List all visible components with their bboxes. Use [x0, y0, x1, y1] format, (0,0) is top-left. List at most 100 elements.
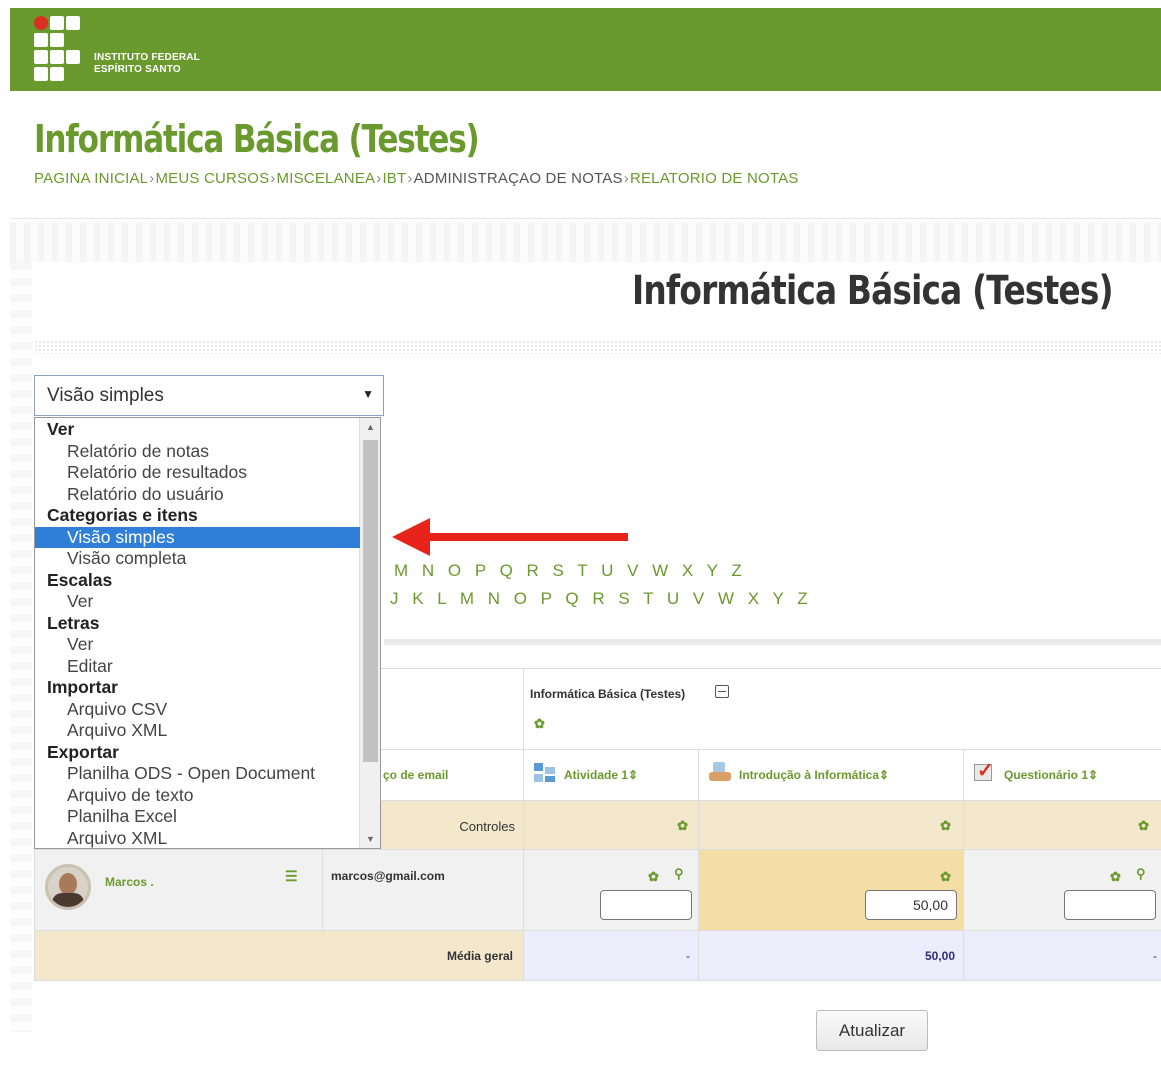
- last-name-letters[interactable]: J K L M N O P Q R S T U V W X Y Z: [390, 589, 812, 609]
- avatar[interactable]: [45, 864, 91, 910]
- grade-cell: ✿ ⚲: [523, 849, 699, 931]
- average-value: -: [1153, 949, 1157, 963]
- dropdown-option[interactable]: Planilha Excel: [35, 806, 360, 828]
- breadcrumb-ibt[interactable]: IBT: [382, 170, 406, 187]
- search-icon[interactable]: ⚲: [1136, 866, 1146, 882]
- assignment-icon: [534, 763, 556, 783]
- caret-down-icon: ▼: [362, 387, 374, 401]
- logo-line-1: INSTITUTO FEDERAL: [94, 52, 200, 63]
- dropdown-option[interactable]: Arquivo CSV: [35, 699, 360, 721]
- sort-icon: ⇕: [1088, 768, 1099, 782]
- dropdown-option[interactable]: Relatório do usuário: [35, 484, 360, 506]
- email-header-label[interactable]: ço de email: [383, 768, 448, 782]
- red-arrow-annotation: [392, 518, 628, 556]
- gear-icon[interactable]: ✿: [1138, 818, 1149, 834]
- dropdown-option[interactable]: Editar: [35, 656, 360, 678]
- list-icon[interactable]: ☰: [285, 868, 298, 885]
- page-heading: Informática Básica (Testes): [632, 268, 1114, 314]
- texture-band: [10, 222, 1161, 262]
- breadcrumb-separator: ›: [270, 170, 276, 187]
- search-icon[interactable]: ⚲: [674, 866, 684, 882]
- dropdown-option[interactable]: Ver: [35, 634, 360, 656]
- dropdown-option[interactable]: Ver: [35, 591, 360, 613]
- first-name-letters[interactable]: M N O P Q R S T U V W X Y Z: [394, 561, 746, 581]
- breadcrumb-my-courses[interactable]: MEUS CURSOS: [155, 170, 269, 187]
- if-logo[interactable]: [34, 16, 84, 82]
- breadcrumb-grades-admin: ADMINISTRAÇAO DE NOTAS: [413, 170, 623, 187]
- logo-text: INSTITUTO FEDERAL ESPÍRITO SANTO: [94, 52, 200, 76]
- gear-icon[interactable]: ✿: [648, 869, 659, 885]
- dropdown-group-label: Ver: [47, 419, 75, 439]
- column-atividade-link[interactable]: Atividade 1⇕: [564, 768, 638, 782]
- grade-input-atividade[interactable]: [600, 890, 692, 920]
- breadcrumb-grades-report[interactable]: RELATORIO DE NOTAS: [630, 170, 799, 187]
- category-header: Informática Básica (Testes) ✿: [523, 668, 1161, 750]
- sort-icon: ⇕: [879, 768, 890, 782]
- breadcrumb-separator: ›: [376, 170, 382, 187]
- header-divider: [10, 218, 1161, 219]
- average-label: Média geral: [446, 949, 513, 963]
- dropdown-group-label: Escalas: [47, 569, 113, 590]
- controls-cell: ✿: [698, 800, 964, 850]
- category-name: Informática Básica (Testes): [530, 687, 686, 701]
- average-label-cell: Média geral: [34, 930, 524, 981]
- gear-icon[interactable]: ✿: [1110, 869, 1121, 885]
- site-header: INSTITUTO FEDERAL ESPÍRITO SANTO: [10, 8, 1161, 91]
- grade-cell-highlighted: ✿: [698, 849, 964, 931]
- breadcrumb-misc[interactable]: MISCELANEA: [277, 170, 376, 187]
- column-header-questionario: ✓ Questionário 1⇕: [963, 749, 1161, 801]
- average-cell: -: [523, 930, 699, 981]
- average-value: -: [686, 949, 690, 963]
- dropdown-option[interactable]: Relatório de resultados: [35, 462, 360, 484]
- dropdown-group-label: Letras: [47, 612, 100, 633]
- left-texture: [10, 262, 32, 1032]
- gear-icon[interactable]: ✿: [677, 818, 688, 834]
- dropdown-option[interactable]: Visão simples: [35, 526, 360, 548]
- quiz-icon: ✓: [974, 760, 996, 782]
- logo-line-2: ESPÍRITO SANTO: [94, 64, 181, 75]
- average-cell: -: [963, 930, 1161, 981]
- controls-cell: ✿: [963, 800, 1161, 850]
- update-button[interactable]: Atualizar: [816, 1010, 928, 1051]
- collapse-icon[interactable]: [715, 685, 729, 698]
- scrollbar-thumb[interactable]: [363, 440, 378, 762]
- breadcrumb: PAGINA INICIAL›MEUS CURSOS›MISCELANEA›IB…: [34, 170, 799, 187]
- scroll-up-icon[interactable]: ▲: [360, 422, 380, 432]
- grade-cell: ✿ ⚲: [963, 849, 1161, 931]
- column-header-introducao: Introdução à Informática⇕: [698, 749, 964, 801]
- gear-icon[interactable]: ✿: [940, 818, 951, 834]
- dropdown-group-label: Importar: [47, 677, 118, 697]
- column-questionario-link[interactable]: Questionário 1⇕: [1004, 768, 1098, 782]
- student-email-cell: marcos@gmail.com: [322, 849, 524, 931]
- dotted-divider: [34, 340, 1161, 354]
- student-cell: Marcos . ☰: [34, 849, 323, 931]
- grade-input-introducao[interactable]: [865, 890, 957, 920]
- section-divider: [384, 639, 1161, 645]
- view-select[interactable]: Visão simples ▼: [34, 375, 384, 416]
- view-select-value: Visão simples: [47, 385, 164, 406]
- breadcrumb-separator: ›: [623, 170, 629, 187]
- grade-input-questionario[interactable]: [1064, 890, 1156, 920]
- dropdown-option[interactable]: Arquivo XML: [35, 720, 360, 742]
- scroll-down-icon[interactable]: ▼: [360, 834, 380, 844]
- view-select-dropdown[interactable]: ▲ ▼ Ver Relatório de notas Relatório de re…: [34, 417, 381, 849]
- column-introducao-link[interactable]: Introdução à Informática⇕: [739, 768, 889, 782]
- controls-cell: ✿: [523, 800, 699, 850]
- dropdown-option[interactable]: Visão completa: [35, 548, 360, 570]
- dropdown-option[interactable]: Planilha ODS - Open Document: [35, 763, 360, 785]
- breadcrumb-home[interactable]: PAGINA INICIAL: [34, 170, 148, 187]
- controls-label: Controles: [459, 819, 515, 834]
- gear-icon[interactable]: ✿: [940, 869, 951, 885]
- student-name-link[interactable]: Marcos .: [105, 875, 154, 889]
- course-title[interactable]: Informática Básica (Testes): [34, 117, 480, 161]
- sort-icon: ⇕: [628, 768, 639, 782]
- average-value: 50,00: [924, 949, 955, 963]
- dropdown-option[interactable]: Relatório de notas: [35, 441, 360, 463]
- dropdown-option[interactable]: Arquivo de texto: [35, 785, 360, 807]
- dropdown-option[interactable]: Arquivo XML: [35, 828, 360, 849]
- column-header-atividade: Atividade 1⇕: [523, 749, 699, 801]
- gear-icon[interactable]: ✿: [534, 716, 545, 732]
- breadcrumb-separator: ›: [407, 170, 413, 187]
- dropdown-scrollbar[interactable]: ▲ ▼: [359, 418, 380, 848]
- dropdown-group-label: Exportar: [47, 741, 119, 762]
